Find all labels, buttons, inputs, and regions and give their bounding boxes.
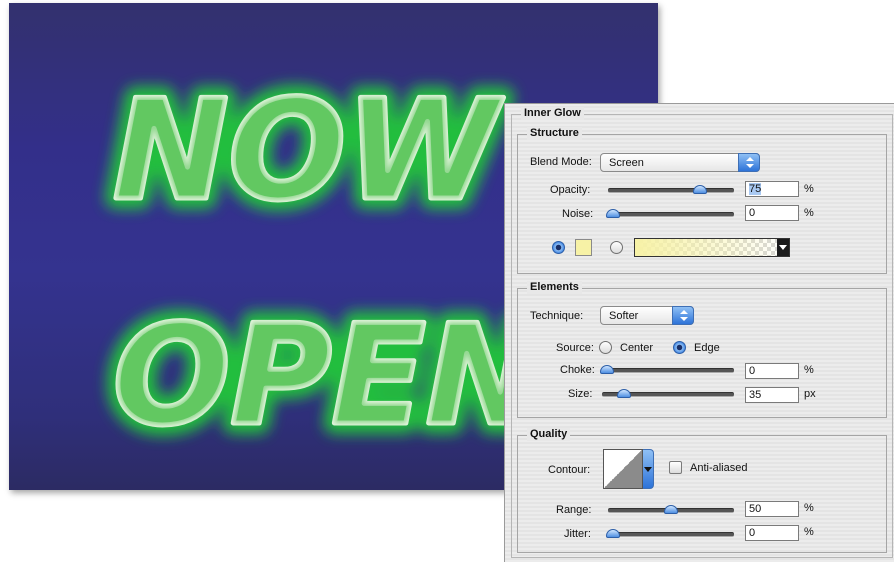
opacity-slider-thumb[interactable] bbox=[693, 185, 707, 194]
anti-aliased-label: Anti-aliased bbox=[690, 462, 748, 474]
source-center-label: Center bbox=[620, 342, 654, 354]
solid-color-radio[interactable] bbox=[552, 241, 565, 254]
opacity-unit: % bbox=[804, 183, 814, 195]
blend-mode-value: Screen bbox=[609, 157, 644, 169]
source-edge-radio[interactable] bbox=[673, 341, 686, 354]
jitter-input[interactable]: 0 bbox=[745, 525, 799, 541]
opacity-value: 75 bbox=[749, 183, 762, 195]
blend-mode-select[interactable]: Screen bbox=[600, 153, 760, 172]
dropdown-arrow-icon bbox=[779, 245, 787, 250]
elements-legend: Elements bbox=[527, 281, 582, 294]
jitter-slider-thumb[interactable] bbox=[606, 529, 620, 538]
range-label: Range: bbox=[556, 504, 592, 516]
range-value: 50 bbox=[749, 503, 762, 515]
opacity-label: Opacity: bbox=[550, 184, 591, 196]
contour-dropdown-button[interactable] bbox=[643, 449, 654, 489]
contour-label: Contour: bbox=[548, 464, 591, 476]
size-input[interactable]: 35 bbox=[745, 387, 799, 403]
blend-mode-label: Blend Mode: bbox=[530, 156, 592, 168]
noise-label: Noise: bbox=[562, 208, 594, 220]
open-text: OPEN OPEN OPEN bbox=[102, 284, 552, 467]
noise-value: 0 bbox=[749, 207, 756, 219]
structure-legend: Structure bbox=[527, 127, 582, 140]
noise-slider-track[interactable] bbox=[608, 212, 734, 217]
choke-value: 0 bbox=[749, 365, 756, 377]
anti-aliased-checkbox[interactable] bbox=[669, 461, 682, 474]
glow-color-swatch[interactable] bbox=[575, 239, 592, 256]
quality-legend: Quality bbox=[527, 428, 571, 441]
opacity-slider-track[interactable] bbox=[608, 188, 734, 193]
jitter-slider-track[interactable] bbox=[608, 532, 734, 537]
contour-picker[interactable] bbox=[603, 449, 643, 489]
technique-select[interactable]: Softer bbox=[600, 306, 694, 325]
technique-label: Technique: bbox=[530, 310, 584, 322]
noise-input[interactable]: 0 bbox=[745, 205, 799, 221]
choke-label: Choke: bbox=[560, 364, 595, 376]
noise-unit: % bbox=[804, 207, 814, 219]
blend-mode-arrows-icon bbox=[738, 153, 760, 172]
choke-slider-thumb[interactable] bbox=[600, 365, 614, 374]
size-slider-thumb[interactable] bbox=[617, 389, 632, 398]
noise-slider-thumb[interactable] bbox=[606, 209, 620, 218]
size-unit: px bbox=[804, 388, 816, 400]
source-center-radio[interactable] bbox=[599, 341, 612, 354]
source-edge-label: Edge bbox=[694, 342, 720, 354]
jitter-label: Jitter: bbox=[564, 528, 591, 540]
svg-text:NOW: NOW bbox=[113, 70, 504, 231]
gradient-picker[interactable] bbox=[634, 238, 790, 257]
technique-arrows-icon bbox=[672, 306, 694, 325]
size-label: Size: bbox=[568, 388, 593, 400]
range-unit: % bbox=[804, 502, 814, 514]
range-slider-thumb[interactable] bbox=[664, 505, 678, 514]
choke-input[interactable]: 0 bbox=[745, 363, 799, 379]
technique-value: Softer bbox=[609, 310, 639, 322]
choke-unit: % bbox=[804, 364, 814, 376]
opacity-input[interactable]: 75 bbox=[745, 181, 799, 197]
svg-text:OPEN: OPEN bbox=[113, 295, 541, 456]
now-text: NOW NOW NOW bbox=[102, 59, 515, 242]
gradient-dropdown-button[interactable] bbox=[777, 239, 789, 256]
jitter-unit: % bbox=[804, 526, 814, 538]
size-value: 35 bbox=[749, 389, 762, 401]
inner-glow-panel: Inner Glow Structure Blend Mode: Screen … bbox=[504, 103, 894, 562]
source-label: Source: bbox=[556, 342, 594, 354]
gradient-radio[interactable] bbox=[610, 241, 623, 254]
range-input[interactable]: 50 bbox=[745, 501, 799, 517]
jitter-value: 0 bbox=[749, 527, 756, 539]
inner-glow-title: Inner Glow bbox=[521, 107, 584, 120]
dropdown-arrow-icon bbox=[644, 467, 652, 472]
choke-slider-track[interactable] bbox=[602, 368, 734, 373]
